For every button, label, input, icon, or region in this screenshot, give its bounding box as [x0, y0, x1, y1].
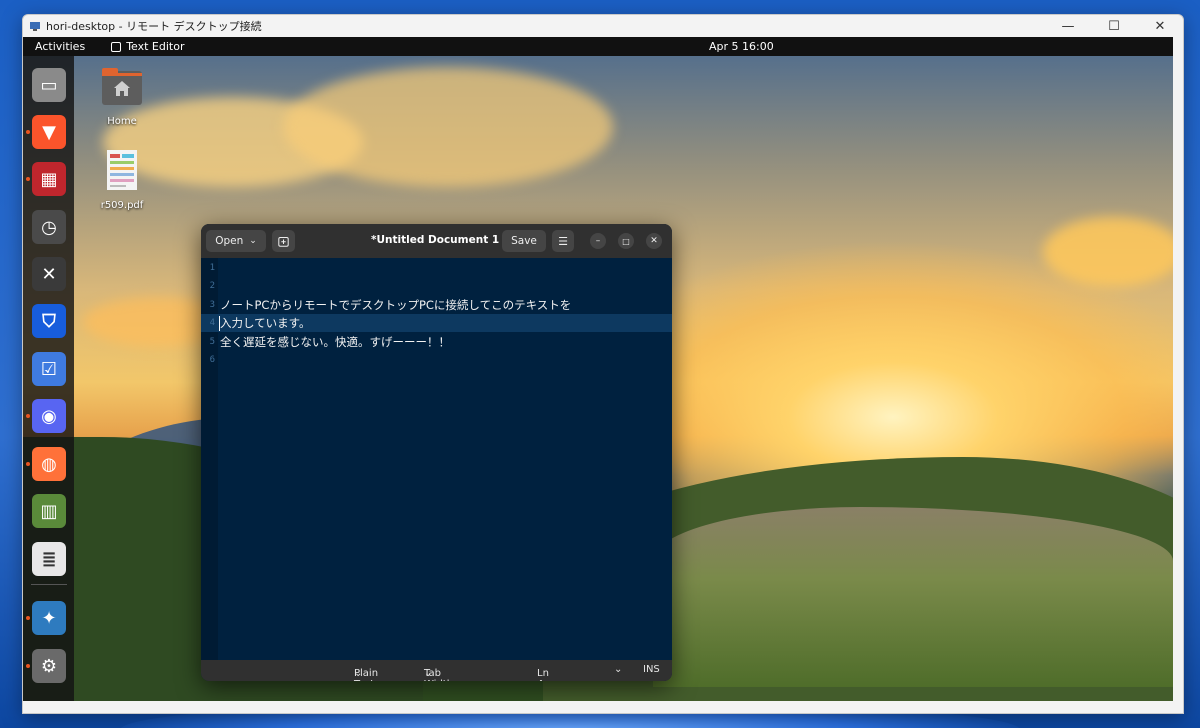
line-number: 2	[209, 281, 215, 292]
line-text: 入力しています。	[220, 316, 311, 331]
status-bar: Plain Text ⌄ Tab Width: 8 ⌄ Ln 4, Col 1 …	[201, 660, 672, 681]
text-line[interactable]: 6	[201, 351, 672, 369]
text-line[interactable]: 2	[201, 277, 672, 295]
main-menu-button[interactable]: ☰	[552, 230, 574, 252]
running-indicator	[26, 616, 30, 620]
line-number: 5	[209, 336, 215, 347]
line-number: 1	[209, 263, 215, 273]
running-indicator	[26, 130, 30, 134]
pdf-file-icon	[107, 150, 137, 190]
bitwarden-icon[interactable]: ⛉	[32, 304, 66, 338]
new-document-icon	[278, 236, 289, 247]
rdp-close-button[interactable]: ✕	[1137, 15, 1183, 37]
rdp-minimize-button[interactable]: —	[1045, 15, 1091, 37]
discord-icon[interactable]: ◉	[32, 399, 66, 433]
new-tab-button[interactable]	[272, 230, 295, 252]
chart-app-icon[interactable]: ▥	[32, 494, 66, 528]
save-button[interactable]: Save	[502, 230, 546, 252]
open-button-label: Open	[215, 235, 244, 247]
desktop-icon-pdf-label: r509.pdf	[100, 200, 144, 211]
app-menu-label: Text Editor	[126, 40, 185, 53]
document-viewer-icon[interactable]: ≣	[32, 542, 66, 576]
remote-desktop-window: hori-desktop - リモート デスクトップ接続 — ☐ ✕ Activ…	[22, 14, 1184, 714]
maximize-button[interactable]: □	[618, 233, 634, 249]
text-editor-headerbar: Open ⌄ *Untitled Document 1 Save ☰ – □ ✕	[201, 224, 672, 258]
rdp-maximize-button[interactable]: ☐	[1091, 15, 1137, 37]
line-text: 全く遅延を感じない。快適。すげーーー！！	[220, 334, 450, 349]
dock: ▭ ▼ ▦ ◷ ✕ ⛉ ☑ ◉ ◍ ▥ ≣ ✦ ⚙	[23, 56, 74, 701]
cursor-position-label: Ln 4, Col 1	[537, 668, 549, 681]
tasks-icon[interactable]: ☑	[32, 352, 66, 386]
open-button[interactable]: Open ⌄	[206, 230, 266, 252]
screenshot-app-icon[interactable]: ✦	[32, 601, 66, 635]
current-line[interactable]: 4 入力しています。	[201, 314, 672, 333]
brave-icon[interactable]: ▼	[32, 115, 66, 149]
running-indicator	[26, 462, 30, 466]
clock[interactable]: Apr 5 16:00	[709, 40, 774, 53]
colorful-x-icon[interactable]: ✕	[32, 257, 66, 291]
close-icon: ✕	[650, 236, 658, 246]
wallpaper-cloud	[1043, 217, 1173, 287]
maximize-icon: □	[622, 236, 630, 246]
rdp-titlebar: hori-desktop - リモート デスクトップ接続 — ☐ ✕	[23, 15, 1183, 37]
chevron-down-icon[interactable]: ⌄	[614, 664, 622, 675]
line-text: ノートPCからリモートでデスクトップPCに接続してこのテキストを	[220, 297, 572, 312]
chevron-down-icon: ⌄	[249, 236, 257, 246]
document-title: *Untitled Document 1	[371, 234, 500, 246]
text-view[interactable]: 1 2 3 ノートPCからリモートでデスクトップPCに接続してこのテキストを 4 入力して…	[201, 258, 672, 660]
text-line[interactable]: 3 ノートPCからリモートでデスクトップPCに接続してこのテキストを	[201, 296, 672, 314]
gnome-desktop: Activities Text Editor Apr 5 16:00 ▭ ▼ ▦ ◷ ✕…	[23, 37, 1173, 701]
hamburger-menu-icon: ☰	[558, 234, 568, 248]
text-editor-window: Open ⌄ *Untitled Document 1 Save ☰ – □ ✕…	[201, 224, 672, 681]
remote-desktop-app-icon	[30, 22, 40, 31]
dock-separator	[31, 584, 67, 585]
wallpaper-valley	[653, 507, 1173, 687]
line-number: 3	[209, 299, 215, 310]
running-indicator	[26, 177, 30, 181]
chevron-down-icon: ⌄	[354, 668, 363, 679]
text-cursor	[219, 316, 220, 332]
settings-icon[interactable]: ⚙	[32, 649, 66, 683]
text-line[interactable]: 5 全く遅延を感じない。快適。すげーーー！！	[201, 333, 672, 351]
rdp-window-title: hori-desktop - リモート デスクトップ接続	[46, 20, 262, 33]
wallpaper-cloud	[283, 67, 613, 187]
app-menu[interactable]: Text Editor	[111, 40, 185, 53]
clock-icon[interactable]: ◷	[32, 210, 66, 244]
activities-button[interactable]: Activities	[35, 40, 85, 53]
text-line[interactable]: 1	[201, 259, 672, 277]
line-number: 4	[209, 318, 215, 329]
desktop-icon-home[interactable]: Home	[82, 67, 162, 127]
files-icon[interactable]: ▭	[32, 68, 66, 102]
home-folder-icon	[102, 68, 142, 105]
insert-mode-indicator[interactable]: INS	[643, 664, 660, 675]
text-editor-icon	[111, 41, 122, 52]
desktop-icon-pdf[interactable]: r509.pdf	[82, 149, 162, 211]
close-button[interactable]: ✕	[646, 233, 662, 249]
desktop-icon-home-label: Home	[107, 116, 137, 127]
remote-desktop-icon[interactable]: ▦	[32, 162, 66, 196]
minimize-icon: –	[595, 236, 601, 246]
running-indicator	[26, 414, 30, 418]
save-button-label: Save	[511, 235, 537, 247]
running-indicator	[26, 664, 30, 668]
gnome-top-bar: Activities Text Editor Apr 5 16:00	[23, 37, 1173, 56]
line-number: 6	[209, 355, 215, 365]
firefox-icon[interactable]: ◍	[32, 447, 66, 481]
chevron-down-icon: ⌄	[424, 668, 433, 679]
minimize-button[interactable]: –	[590, 233, 606, 249]
